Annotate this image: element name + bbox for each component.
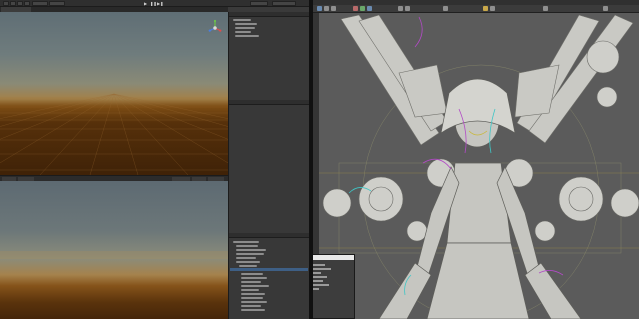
shelf-icon[interactable] — [317, 6, 322, 11]
play-icon[interactable]: ▶ — [143, 1, 148, 6]
asset-item[interactable] — [241, 285, 269, 287]
unity-editor-window: ▶ ❚❚ ▶❚ — [0, 0, 309, 319]
shelf-icon[interactable] — [405, 6, 410, 11]
tree-item[interactable] — [235, 23, 257, 25]
character-model — [319, 14, 639, 319]
folder-item[interactable] — [233, 241, 259, 243]
folder-item[interactable] — [236, 253, 264, 255]
hierarchy-header — [229, 12, 309, 17]
project-header — [229, 233, 309, 238]
option-row[interactable] — [313, 280, 323, 282]
shelf-bar — [313, 5, 639, 13]
asset-item[interactable] — [241, 309, 265, 311]
asset-item[interactable] — [241, 293, 265, 295]
shelf-icon[interactable] — [603, 6, 608, 11]
shelf-icon[interactable] — [490, 6, 495, 11]
option-row[interactable] — [313, 264, 325, 266]
tree-item[interactable] — [233, 19, 251, 21]
asset-item[interactable] — [241, 277, 267, 279]
shelf-icon[interactable] — [324, 6, 329, 11]
selected-row[interactable] — [230, 268, 308, 271]
shelf-icon[interactable] — [353, 6, 358, 11]
option-row[interactable] — [313, 272, 321, 274]
shelf-icon[interactable] — [331, 6, 336, 11]
tree-item[interactable] — [235, 27, 255, 29]
shelf-icon[interactable] — [360, 6, 365, 11]
asset-item[interactable] — [241, 297, 263, 299]
layers-dropdown[interactable] — [250, 1, 268, 6]
pivot-toggle-button[interactable] — [32, 1, 48, 6]
asset-item[interactable] — [241, 289, 259, 291]
shelf-icon[interactable] — [543, 6, 548, 11]
asset-item[interactable] — [241, 301, 267, 303]
layout-dropdown[interactable] — [272, 1, 296, 6]
folder-item[interactable] — [236, 257, 256, 259]
3d-viewport[interactable] — [319, 13, 639, 319]
inspector-panel — [228, 100, 309, 233]
folder-item[interactable] — [236, 249, 266, 251]
asset-item[interactable] — [241, 305, 261, 307]
tree-item[interactable] — [235, 35, 259, 37]
scale-tool-button[interactable] — [24, 1, 30, 6]
scene-viewport[interactable] — [0, 12, 228, 175]
floating-tool-window[interactable] — [313, 254, 355, 319]
option-row[interactable] — [313, 288, 319, 290]
hand-tool-button[interactable] — [3, 1, 9, 6]
step-icon[interactable]: ▶❚ — [157, 1, 163, 6]
tree-item[interactable] — [235, 31, 251, 33]
pause-icon[interactable]: ❚❚ — [150, 1, 157, 6]
option-row[interactable] — [313, 268, 331, 270]
shelf-icon[interactable] — [443, 6, 448, 11]
folder-item[interactable] — [239, 265, 257, 267]
orientation-gizmo[interactable] — [208, 18, 222, 38]
shelf-icon[interactable] — [398, 6, 403, 11]
asset-item[interactable] — [241, 273, 263, 275]
space-toggle-button[interactable] — [49, 1, 65, 6]
inspector-header — [229, 100, 309, 105]
shelf-icon[interactable] — [367, 6, 372, 11]
rotate-tool-button[interactable] — [17, 1, 23, 6]
folder-item[interactable] — [236, 245, 258, 247]
option-row[interactable] — [313, 284, 329, 286]
project-panel — [228, 233, 309, 319]
asset-item[interactable] — [241, 281, 261, 283]
shelf-icon[interactable] — [483, 6, 488, 11]
floating-window-titlebar[interactable] — [313, 255, 354, 260]
option-row[interactable] — [313, 276, 327, 278]
game-viewport[interactable] — [0, 181, 228, 319]
hierarchy-panel — [228, 12, 309, 100]
maya-window — [313, 0, 639, 319]
game-horizon-haze — [0, 251, 228, 259]
move-tool-button[interactable] — [10, 1, 16, 6]
main-toolbar: ▶ ❚❚ ▶❚ — [0, 0, 309, 7]
ground-grid — [0, 93, 228, 175]
folder-item[interactable] — [236, 261, 260, 263]
